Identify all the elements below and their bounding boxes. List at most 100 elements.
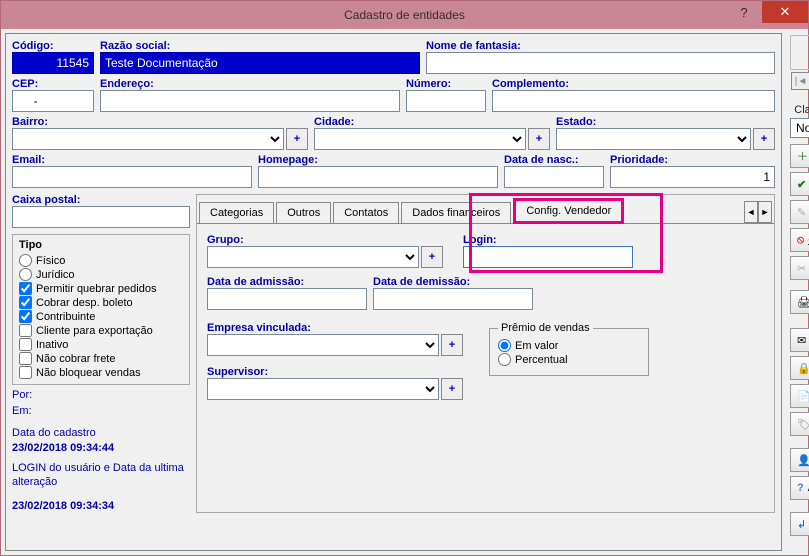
cep-label: CEP: — [12, 78, 94, 90]
tipo-fisico-label: Físico — [36, 255, 65, 267]
sair-button[interactable]: ↲Sair — [790, 512, 809, 536]
demissao-label: Data de demissão: — [373, 276, 533, 288]
tipo-title: Tipo — [19, 239, 183, 251]
supervisor-label: Supervisor: — [207, 366, 463, 378]
tab-outros[interactable]: Outros — [276, 202, 331, 223]
price-icon: 🏷 — [797, 418, 809, 431]
cep-input[interactable] — [12, 90, 94, 112]
nav-first-button[interactable]: |◄ — [791, 72, 809, 90]
empresa-add-button[interactable]: + — [441, 334, 463, 356]
fantasia-label: Nome de fantasia: — [426, 40, 775, 52]
prioridade-input[interactable] — [610, 166, 775, 188]
gravar-button[interactable]: ✔Gravar — [790, 172, 809, 196]
tab-precos-button[interactable]: 🏷Tab preços — [790, 412, 809, 436]
data-cadastro-label: Data do cadastro — [12, 427, 190, 441]
perfil-button[interactable]: 👤Perfil... — [790, 448, 809, 472]
empresa-select[interactable] — [207, 334, 439, 356]
close-titlebar-button[interactable]: ✕ — [762, 1, 808, 23]
grupo-select[interactable] — [207, 246, 419, 268]
homepage-input[interactable] — [258, 166, 498, 188]
main-form: Código: Razão social: Nome de fantasia: … — [5, 33, 782, 551]
novo-button[interactable]: ＋NNovoovo — [790, 144, 809, 168]
admissao-label: Data de admissão: — [207, 276, 367, 288]
help-titlebar-button[interactable]: ? — [726, 1, 762, 23]
check-frete[interactable] — [19, 352, 32, 365]
printer-icon: 🖨 — [797, 296, 809, 309]
por-label: Por: — [12, 389, 190, 403]
numero-input[interactable] — [406, 90, 486, 112]
check-bloquear-label: Não bloquear vendas — [36, 367, 141, 379]
check-inativo[interactable] — [19, 338, 32, 351]
email-button[interactable]: ✉Email — [790, 328, 809, 352]
check-exportacao-label: Cliente para exportação — [36, 325, 153, 337]
login-alteracao-value: 23/02/2018 09:34:34 — [12, 500, 190, 514]
ajuda-button[interactable]: ?Ajuda — [790, 476, 809, 500]
check-quebrar[interactable] — [19, 282, 32, 295]
tab-dados-financeiros[interactable]: Dados financeiros — [401, 202, 511, 223]
classificado-label: Classificado Por — [790, 104, 809, 116]
classificado-select[interactable]: Nome — [790, 118, 809, 138]
bairro-add-button[interactable]: + — [286, 128, 308, 150]
cidade-select[interactable] — [314, 128, 526, 150]
tab-body-config-vendedor: Grupo: + Login: Data de admissão: Data d… — [197, 224, 774, 414]
tab-config-vendedor[interactable]: Config. Vendedor — [513, 198, 624, 224]
estado-select[interactable] — [556, 128, 751, 150]
fantasia-input[interactable] — [426, 52, 775, 74]
tab-categorias[interactable]: Categorias — [199, 202, 274, 223]
em-label: Em: — [12, 405, 190, 419]
login-input[interactable] — [463, 246, 633, 268]
nasc-label: Data de nasc.: — [504, 154, 604, 166]
lock-icon: 🔒 — [797, 362, 809, 375]
complemento-input[interactable] — [492, 90, 775, 112]
premio-valor-radio[interactable] — [498, 339, 511, 352]
grupo-add-button[interactable]: + — [421, 246, 443, 268]
razao-input[interactable] — [100, 52, 420, 74]
note-icon: 📄 — [797, 390, 809, 403]
cidade-add-button[interactable]: + — [528, 128, 550, 150]
cancelar-button[interactable]: ⦸Cancelar — [790, 228, 809, 252]
bairro-select[interactable] — [12, 128, 284, 150]
codigo-input[interactable] — [12, 52, 94, 74]
tipo-juridico-label: Jurídico — [36, 269, 75, 281]
alterar-button[interactable]: ✎Alterar — [790, 200, 809, 224]
admissao-input[interactable] — [207, 288, 367, 310]
supervisor-select[interactable] — [207, 378, 439, 400]
endereco-input[interactable] — [100, 90, 400, 112]
tipo-juridico-radio[interactable] — [19, 268, 32, 281]
homepage-label: Homepage: — [258, 154, 498, 166]
check-exportacao[interactable] — [19, 324, 32, 337]
razao-label: Razão social: — [100, 40, 420, 52]
premio-perc-radio[interactable] — [498, 353, 511, 366]
tab-contatos[interactable]: Contatos — [333, 202, 399, 223]
tab-scroll-left[interactable]: ◄ — [744, 201, 758, 223]
excluir-button[interactable]: ✂Excluir — [790, 256, 809, 280]
relatorios-button[interactable]: 🖨Relatórios — [790, 290, 809, 314]
check-inativo-label: Inativo — [36, 339, 68, 351]
window-title: Cadastro de entidades — [1, 8, 808, 22]
mail-icon: ✉ — [797, 334, 806, 347]
check-contribuinte[interactable] — [19, 310, 32, 323]
nota-button[interactable]: 📄Nota — [790, 384, 809, 408]
demissao-input[interactable] — [373, 288, 533, 310]
check-bloquear[interactable] — [19, 366, 32, 379]
tab-scroll-right[interactable]: ► — [758, 201, 772, 223]
caixa-input[interactable] — [12, 206, 190, 228]
check-quebrar-label: Permitir quebrar pedidos — [36, 283, 156, 295]
login-label: Login: — [463, 234, 633, 246]
caixa-label: Caixa postal: — [12, 194, 190, 206]
email-input[interactable] — [12, 166, 252, 188]
check-contribuinte-label: Contribuinte — [36, 311, 95, 323]
estado-add-button[interactable]: + — [753, 128, 775, 150]
nasc-input[interactable] — [504, 166, 604, 188]
busca-button[interactable]: Busca — [790, 35, 809, 70]
codigo-label: Código: — [12, 40, 94, 52]
check-boleto[interactable] — [19, 296, 32, 309]
profile-icon: 👤 — [797, 454, 809, 467]
check-boleto-label: Cobrar desp. boleto — [36, 297, 133, 309]
login-alteracao-label: LOGIN do usuário e Data da ultima altera… — [12, 462, 190, 490]
estado-label: Estado: — [556, 116, 775, 128]
bloquear-button[interactable]: 🔒Bloquear — [790, 356, 809, 380]
supervisor-add-button[interactable]: + — [441, 378, 463, 400]
data-cadastro-value: 23/02/2018 09:34:44 — [12, 442, 190, 456]
tipo-fisico-radio[interactable] — [19, 254, 32, 267]
